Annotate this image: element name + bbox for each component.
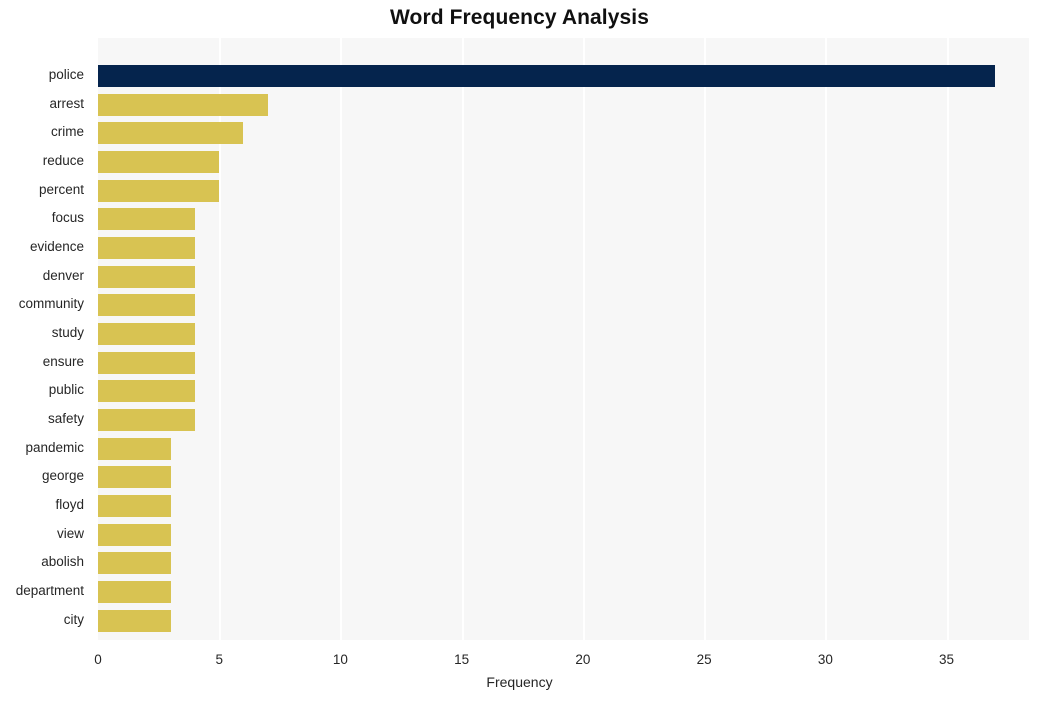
plot-area [98, 38, 1029, 640]
y-axis-tick-label: ensure [42, 353, 84, 369]
bar [98, 466, 171, 489]
bar [98, 93, 268, 116]
y-axis-tick-label: focus [51, 210, 84, 226]
bar [98, 237, 195, 259]
y-axis-tick-label: community [18, 296, 84, 312]
x-axis-tick-label: 10 [332, 652, 348, 667]
bar [98, 380, 195, 403]
bars-layer [98, 38, 1029, 640]
x-axis-tick-label: 5 [215, 652, 223, 667]
y-axis-tick-label: evidence [29, 239, 84, 254]
x-axis-tick-label: 25 [696, 652, 712, 667]
y-axis-tick-label: abolish [41, 554, 84, 570]
bar [98, 65, 996, 87]
bar [98, 495, 171, 517]
x-axis-title: Frequency [486, 674, 553, 690]
y-axis-tick-label: public [48, 382, 84, 398]
bar [98, 523, 171, 546]
y-axis-tick-label: crime [51, 124, 84, 140]
y-axis-tick-label: arrest [49, 95, 84, 111]
y-axis-tick-label: city [63, 611, 84, 627]
y-axis-tick-label: pandemic [25, 439, 84, 455]
bar [98, 294, 195, 317]
x-axis-tick-label: 0 [94, 652, 102, 667]
y-axis-tick-label: view [56, 525, 84, 541]
bar [98, 552, 171, 575]
y-axis-tick-label: department [15, 583, 84, 598]
x-axis-tick-labels: 0 5 10 15 20 25 30 35 [0, 640, 1039, 668]
x-axis-tick-label: 20 [575, 652, 591, 667]
x-axis-tick-label: 35 [939, 652, 955, 667]
bar [98, 208, 195, 231]
bar [98, 609, 171, 632]
bar [98, 351, 195, 374]
y-axis-tick-label: study [51, 325, 84, 340]
y-axis-tick-label: percent [38, 181, 84, 197]
y-axis-tick-labels: police arrest crime reduce percent focus evide… [0, 38, 92, 640]
chart-title: Word Frequency Analysis [389, 6, 650, 29]
bar [98, 437, 171, 460]
bar [98, 581, 171, 603]
bar [98, 179, 220, 202]
y-axis-tick-label: safety [47, 411, 84, 426]
x-axis-tick-label: 15 [454, 652, 470, 667]
y-axis-tick-label: denver [42, 267, 84, 283]
y-axis-tick-label: police [48, 67, 84, 82]
word-frequency-bar-chart: Word Frequency Analysis police arrest crim… [0, 0, 1039, 701]
x-axis-tick-label: 30 [817, 652, 833, 667]
y-axis-tick-label: george [41, 468, 84, 484]
bar [98, 151, 220, 173]
bar [98, 122, 244, 145]
bar [98, 265, 195, 288]
bar [98, 409, 195, 431]
y-axis-tick-label: reduce [42, 153, 84, 168]
y-axis-tick-label: floyd [55, 497, 84, 512]
bar [98, 323, 195, 345]
